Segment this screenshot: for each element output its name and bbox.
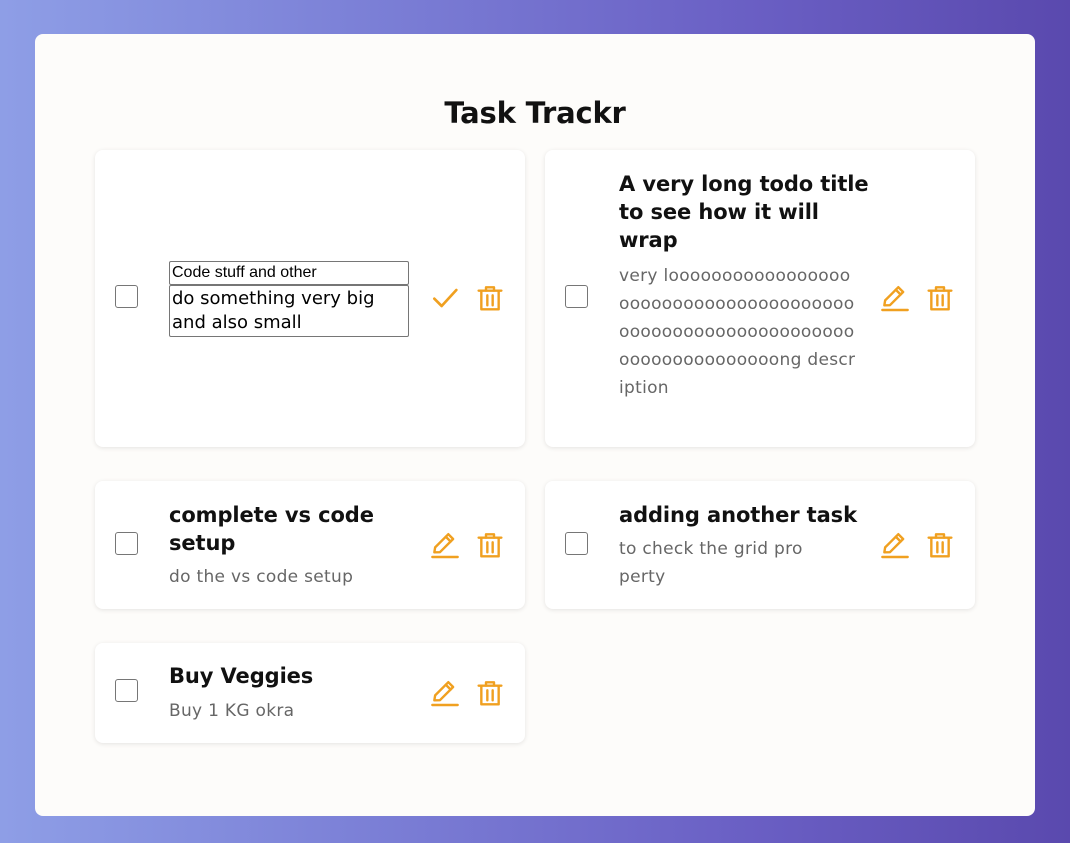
task-title: adding another task (619, 503, 857, 527)
task-description: do the vs code setup (169, 567, 354, 587)
edit-description-input[interactable]: do something very big and also small (169, 285, 409, 337)
pencil-icon (881, 286, 909, 312)
trash-icon (477, 681, 503, 706)
delete-button[interactable] (923, 281, 957, 315)
trash-icon (477, 533, 503, 558)
task-card: complete vs code setup do the vs code se… (95, 481, 525, 609)
task-card: adding another task to check the grid pr… (545, 481, 975, 609)
trash-icon (927, 286, 953, 311)
task-card: A very long todo title to see how it wil… (545, 150, 975, 447)
task-description: Buy 1 KG okra (169, 701, 295, 721)
edit-button[interactable] (428, 676, 462, 710)
delete-button[interactable] (923, 528, 957, 562)
delete-button[interactable] (473, 676, 507, 710)
app-title: Task Trackr (444, 96, 626, 130)
edit-title-input[interactable] (169, 261, 409, 285)
edit-button[interactable] (878, 528, 912, 562)
task-description: very loooooooooooooooooooooooooooooooooo… (619, 266, 856, 398)
pencil-icon (881, 533, 909, 559)
edit-button[interactable] (428, 528, 462, 562)
pencil-icon (431, 681, 459, 707)
checkmark-icon (433, 288, 458, 308)
edit-button[interactable] (878, 281, 912, 315)
task-card-editing: do something very big and also small (95, 150, 525, 447)
task-title: Buy Veggies (169, 664, 314, 688)
pencil-icon (431, 533, 459, 559)
delete-button[interactable] (473, 281, 507, 315)
task-checkbox[interactable] (565, 285, 588, 308)
task-checkbox[interactable] (565, 532, 588, 555)
task-panel: Task Trackr do something very big and al… (35, 34, 1035, 816)
task-title: complete vs code setup (169, 503, 374, 555)
task-description: to check the grid property (619, 539, 803, 587)
trash-icon (477, 286, 503, 311)
task-title: A very long todo title to see how it wil… (619, 172, 869, 252)
trash-icon (927, 533, 953, 558)
task-card: Buy Veggies Buy 1 KG okra (95, 643, 525, 743)
delete-button[interactable] (473, 528, 507, 562)
save-button[interactable] (428, 281, 462, 315)
task-checkbox[interactable] (115, 679, 138, 702)
task-checkbox[interactable] (115, 532, 138, 555)
task-checkbox[interactable] (115, 285, 138, 308)
